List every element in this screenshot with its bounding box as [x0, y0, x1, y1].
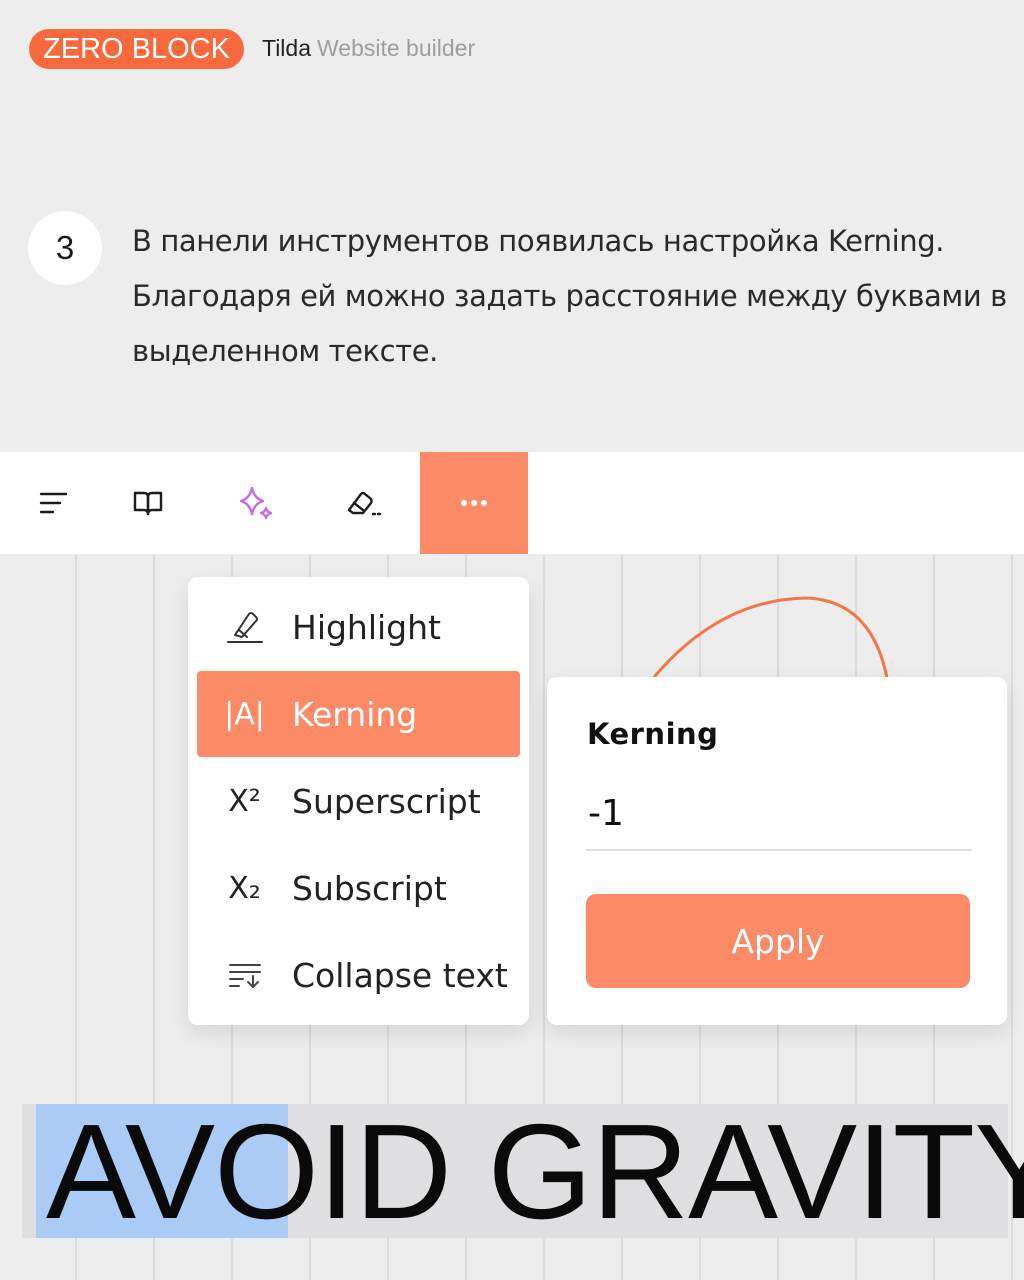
step-description: В панели инструментов появилась настройк… [132, 224, 1007, 368]
zero-block-badge: ZERO BLOCK [29, 29, 244, 69]
align-left-icon [39, 492, 68, 514]
menu-item-subscript[interactable]: X₂ Subscript [197, 845, 520, 931]
apply-button[interactable]: Apply [586, 894, 970, 988]
kerning-icon: |A| [224, 696, 265, 732]
menu-item-label: Highlight [292, 607, 441, 647]
ai-assist-button[interactable] [202, 452, 310, 554]
align-button[interactable] [0, 452, 108, 554]
eraser-icon [347, 491, 382, 516]
sparkle-icon [239, 486, 273, 520]
more-menu: Highlight |A| Kerning X² Superscript X₂ … [188, 577, 529, 1025]
menu-item-superscript[interactable]: X² Superscript [197, 758, 520, 844]
menu-item-label: Superscript [292, 781, 481, 821]
highlighter-icon [226, 612, 263, 643]
text-toolbar [0, 452, 1024, 554]
menu-item-kerning[interactable]: |A| Kerning [197, 671, 520, 757]
menu-item-label: Kerning [292, 694, 418, 734]
sample-heading: AVOID GRAVITY [46, 1096, 1024, 1247]
menu-item-collapse-text[interactable]: Collapse text [197, 932, 520, 1018]
menu-item-label: Collapse text [292, 955, 508, 995]
menu-item-highlight[interactable]: Highlight [197, 584, 520, 670]
more-button[interactable] [420, 452, 528, 554]
superscript-icon: X² [228, 783, 261, 819]
kerning-value-input[interactable] [586, 777, 972, 851]
step-number: 3 [28, 211, 102, 285]
brand-subtitle: Website builder [317, 35, 476, 61]
subscript-icon: X₂ [228, 870, 261, 906]
sample-text-block[interactable]: AVOID GRAVITY [22, 1102, 1024, 1242]
typography-button[interactable] [94, 452, 202, 554]
book-icon [133, 491, 163, 516]
brand: Tilda Website builder [262, 35, 475, 62]
collapse-text-icon [228, 964, 261, 988]
kerning-panel-title: Kerning [587, 717, 719, 751]
brand-name: Tilda [262, 35, 311, 61]
more-icon [461, 500, 487, 506]
menu-item-label: Subscript [292, 868, 447, 908]
kerning-panel: Kerning Apply [547, 677, 1007, 1025]
clear-format-button[interactable] [310, 452, 418, 554]
